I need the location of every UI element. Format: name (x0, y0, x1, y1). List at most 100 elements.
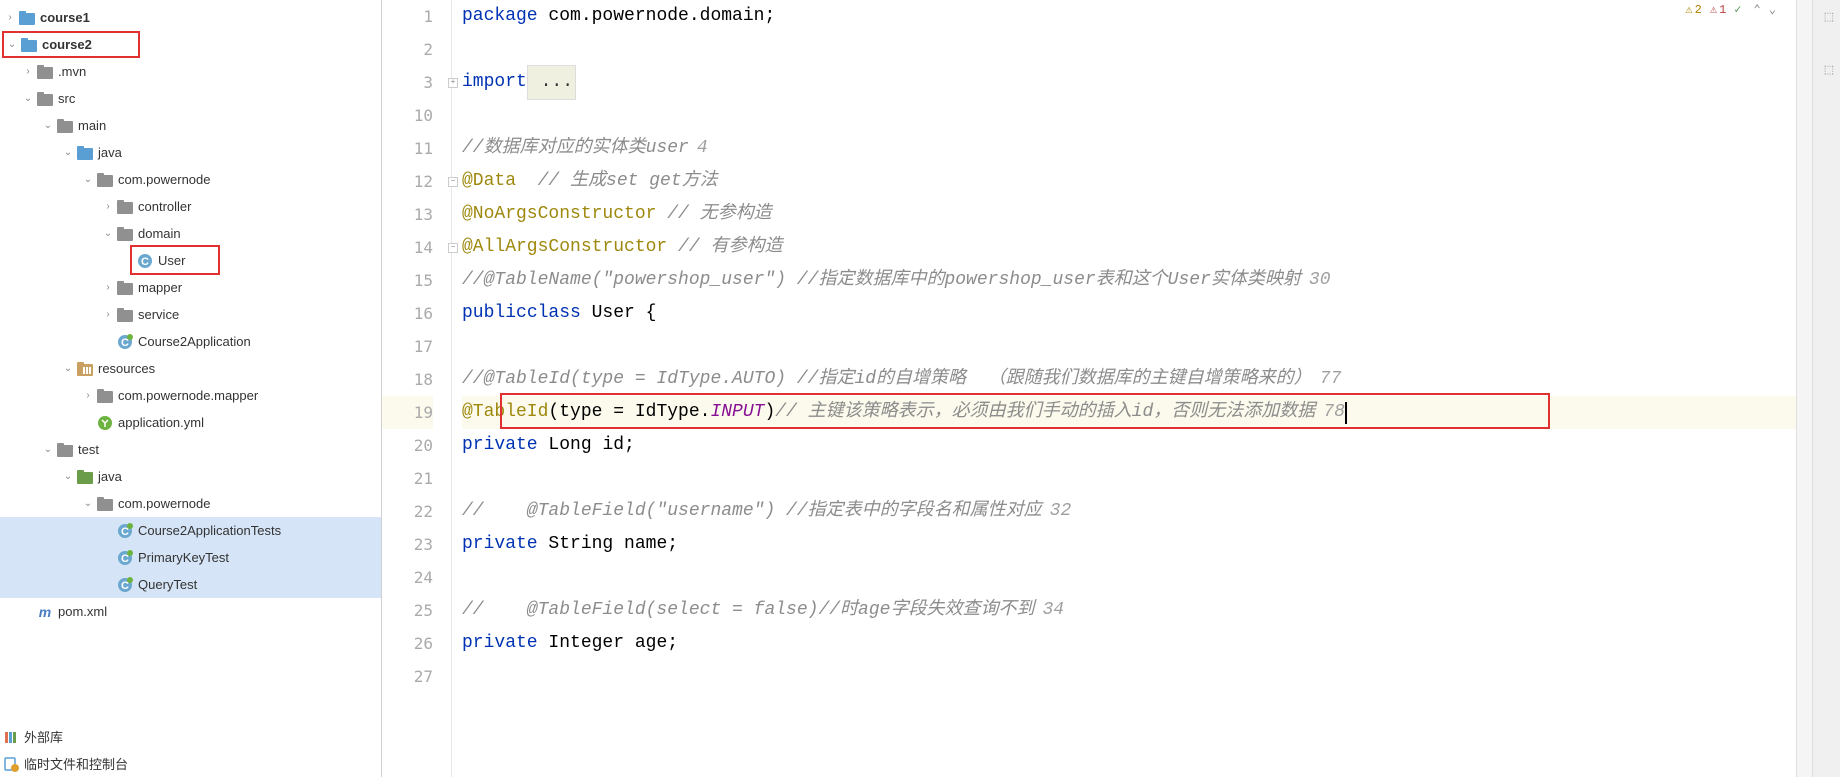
chevron-down-icon[interactable]: ⌄ (100, 226, 116, 242)
scrollbar[interactable] (1796, 0, 1812, 777)
code-line[interactable] (462, 660, 1796, 693)
line-number[interactable]: 24 (382, 561, 433, 594)
chevron-down-icon[interactable]: ⌄ (20, 91, 36, 107)
spring-class-icon: C (116, 549, 134, 567)
external-libraries[interactable]: 外部库 (0, 723, 381, 750)
chevron-right-icon[interactable]: › (20, 64, 36, 80)
fold-icon[interactable]: + (448, 78, 458, 88)
code-line[interactable] (462, 99, 1796, 132)
chevron-right-icon[interactable]: › (100, 307, 116, 323)
tree-item-pom[interactable]: m pom.xml (0, 598, 381, 625)
chevron-right-icon[interactable]: › (2, 10, 18, 26)
tree-item-application[interactable]: C Course2Application (0, 328, 381, 355)
code-line[interactable]: +import ... (462, 66, 1796, 99)
tree-item-mvn[interactable]: › .mvn (0, 58, 381, 85)
code-line[interactable]: −@Data // 生成set get方法 (462, 165, 1796, 198)
tree-item-test-package[interactable]: ⌄ com.powernode (0, 490, 381, 517)
tree-item-domain[interactable]: ⌄ domain (0, 220, 381, 247)
line-number[interactable]: 23 (382, 528, 433, 561)
line-number[interactable]: 12 (382, 165, 433, 198)
tree-item-mapper[interactable]: › mapper (0, 274, 381, 301)
tree-item-course2[interactable]: ⌄ course2 (2, 31, 140, 58)
scratches[interactable]: 临时文件和控制台 (0, 750, 381, 777)
package-icon (116, 198, 134, 216)
tree-item-java[interactable]: ⌄ java (0, 139, 381, 166)
line-number[interactable]: 14 (382, 231, 433, 264)
line-number[interactable]: 21 (382, 462, 433, 495)
tool-icon[interactable]: ⬚ (1818, 10, 1836, 28)
gutter[interactable]: 1 2 3 10 11 12 13 14 15 16 17 18 19 20 2… (382, 0, 452, 777)
code-line[interactable] (462, 33, 1796, 66)
line-number[interactable]: 26 (382, 627, 433, 660)
chevron-right-icon[interactable]: › (100, 199, 116, 215)
tree-label: src (58, 91, 75, 106)
code-line[interactable] (462, 330, 1796, 363)
tree-item-controller[interactable]: › controller (0, 193, 381, 220)
line-number[interactable]: 15 (382, 264, 433, 297)
fold-icon[interactable]: − (448, 177, 458, 187)
tree-item-mapper-res[interactable]: › com.powernode.mapper (0, 382, 381, 409)
code-line[interactable]: package com.powernode.domain; (462, 0, 1796, 33)
text-caret (1345, 402, 1347, 424)
tree-item-resources[interactable]: ⌄ resources (0, 355, 381, 382)
code-content[interactable]: ⚠ 2 ⚠ 1 ✓ ⌃ ⌄ package com.powernode.doma… (452, 0, 1796, 777)
fold-icon[interactable]: − (448, 243, 458, 253)
chevron-down-icon[interactable]: ⌄ (80, 172, 96, 188)
code-line[interactable]: @TableId(type = IdType.INPUT)// 主键该策略表示，… (462, 396, 1796, 429)
code-line[interactable]: //数据库对应的实体类user4 (462, 132, 1796, 165)
line-number[interactable]: 13 (382, 198, 433, 231)
tree-item-test-java[interactable]: ⌄ java (0, 463, 381, 490)
chevron-down-icon[interactable]: ⌄ (4, 37, 20, 53)
editor[interactable]: 1 2 3 10 11 12 13 14 15 16 17 18 19 20 2… (382, 0, 1812, 777)
tree-item-appyml[interactable]: application.yml (0, 409, 381, 436)
chevron-down-icon[interactable]: ⌄ (40, 442, 56, 458)
line-number[interactable]: 22 (382, 495, 433, 528)
code-line[interactable] (462, 462, 1796, 495)
right-toolwindow-bar[interactable]: ⬚ ⬚ (1812, 0, 1840, 777)
code-line[interactable]: private String name; (462, 528, 1796, 561)
tree-item-test[interactable]: ⌄ test (0, 436, 381, 463)
line-number[interactable]: 19 (382, 396, 433, 429)
code-line[interactable]: −@AllArgsConstructor // 有参构造 (462, 231, 1796, 264)
chevron-down-icon[interactable]: ⌄ (60, 469, 76, 485)
tree-item-qtest[interactable]: C QueryTest (0, 571, 381, 598)
chevron-right-icon[interactable]: › (80, 388, 96, 404)
line-number[interactable]: 3 (382, 66, 433, 99)
chevron-down-icon[interactable]: ⌄ (60, 361, 76, 377)
tree-item-apptests[interactable]: C Course2ApplicationTests (0, 517, 381, 544)
chevron-down-icon[interactable]: ⌄ (60, 145, 76, 161)
tool-icon[interactable]: ⬚ (1818, 63, 1836, 81)
line-number[interactable]: 18 (382, 363, 433, 396)
line-number[interactable]: 27 (382, 660, 433, 693)
tree-item-user[interactable]: C User (0, 247, 381, 274)
tree-item-pktest[interactable]: C PrimaryKeyTest (0, 544, 381, 571)
tree-item-main[interactable]: ⌄ main (0, 112, 381, 139)
project-tree[interactable]: › course1 ⌄ course2 › .mvn ⌄ src ⌄ (0, 0, 381, 723)
code-line[interactable]: private Integer age; (462, 627, 1796, 660)
tree-item-package[interactable]: ⌄ com.powernode (0, 166, 381, 193)
line-number[interactable]: 10 (382, 99, 433, 132)
code-line[interactable]: private Long id; (462, 429, 1796, 462)
chevron-down-icon[interactable]: ⌄ (80, 496, 96, 512)
code-line[interactable] (462, 561, 1796, 594)
code-line[interactable]: public class User { (462, 297, 1796, 330)
line-number[interactable]: 25 (382, 594, 433, 627)
tree-label: User (158, 253, 185, 268)
line-number[interactable]: 2 (382, 33, 433, 66)
line-number[interactable]: 1 (382, 0, 433, 33)
code-line[interactable]: //@TableId(type = IdType.AUTO) //指定id的自增… (462, 363, 1796, 396)
code-line[interactable]: // @TableField("username") //指定表中的字段名和属性… (462, 495, 1796, 528)
code-line[interactable]: @NoArgsConstructor // 无参构造 (462, 198, 1796, 231)
tree-item-course1[interactable]: › course1 (0, 4, 381, 31)
chevron-down-icon[interactable]: ⌄ (40, 118, 56, 134)
tree-label: com.powernode.mapper (118, 388, 258, 403)
tree-item-service[interactable]: › service (0, 301, 381, 328)
code-line[interactable]: // @TableField(select = false)//时age字段失效… (462, 594, 1796, 627)
line-number[interactable]: 11 (382, 132, 433, 165)
line-number[interactable]: 16 (382, 297, 433, 330)
tree-item-src[interactable]: ⌄ src (0, 85, 381, 112)
line-number[interactable]: 17 (382, 330, 433, 363)
line-number[interactable]: 20 (382, 429, 433, 462)
chevron-right-icon[interactable]: › (100, 280, 116, 296)
code-line[interactable]: //@TableName("powershop_user") //指定数据库中的… (462, 264, 1796, 297)
